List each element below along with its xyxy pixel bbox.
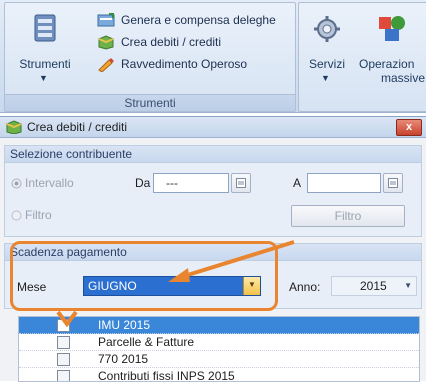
strumenti-icon [33, 13, 57, 43]
da-label: Da [135, 176, 150, 190]
a-lookup-button[interactable] [383, 173, 403, 193]
scadenze-list: IMU 2015 Parcelle & Fatture 770 2015 Con… [18, 316, 420, 382]
genera-compensa-deleghe-label: Genera e compensa deleghe [121, 13, 276, 27]
checkbox[interactable] [57, 336, 70, 349]
gear-icon [313, 15, 341, 43]
ravvedimento-operoso-item[interactable]: Ravvedimento Operoso [97, 53, 293, 75]
checkbox[interactable] [57, 370, 70, 382]
strumenti-group-title: Strumenti [5, 94, 295, 111]
shapes-icon [377, 13, 407, 43]
strumenti-label: Strumenti [9, 57, 81, 71]
operazioni-massive-button[interactable]: Operazion massive [357, 7, 426, 91]
list-item[interactable]: IMU 2015 [19, 317, 419, 334]
radio-filtro-label: Filtro [25, 208, 52, 222]
chevron-down-icon: ▼ [321, 73, 330, 83]
deleghe-icon [97, 12, 115, 28]
list-item[interactable]: 770 2015 [19, 351, 419, 368]
da-value: --- [166, 176, 178, 190]
radio-checked-icon [11, 178, 22, 189]
a-field[interactable] [307, 173, 381, 193]
servizi-group: Servizi ▼ Operazion massive [298, 2, 426, 112]
list-item-label: Parcelle & Fatture [98, 335, 194, 349]
genera-compensa-deleghe-item[interactable]: Genera e compensa deleghe [97, 9, 293, 31]
radio-filtro[interactable]: Filtro [11, 208, 52, 222]
strumenti-group: Strumenti ▼ Genera e compensa deleghe Cr… [4, 2, 296, 112]
check-mark-icon [56, 310, 78, 328]
radio-unchecked-icon [11, 210, 22, 221]
annotation-arrow-icon [160, 236, 300, 286]
servizi-button[interactable]: Servizi ▼ [303, 7, 351, 91]
list-item-label: 770 2015 [98, 352, 148, 366]
strumenti-button[interactable]: Strumenti ▼ [9, 7, 81, 91]
lookup-icon [236, 178, 246, 188]
chevron-down-icon: ▼ [39, 73, 48, 83]
box-icon [97, 34, 115, 50]
pen-icon [97, 56, 115, 72]
box-icon [6, 120, 22, 134]
radio-intervallo[interactable]: Intervallo [11, 176, 74, 190]
ravvedimento-operoso-label: Ravvedimento Operoso [121, 57, 247, 71]
selezione-contribuente-section: Selezione contribuente Intervallo Da ---… [4, 145, 422, 237]
anno-value: 2015 [360, 279, 387, 293]
da-field[interactable]: --- [153, 173, 229, 193]
massive-label: massive [381, 71, 425, 85]
da-lookup-button[interactable] [231, 173, 251, 193]
crea-debiti-crediti-label: Crea debiti / crediti [121, 35, 221, 49]
anno-select[interactable]: 2015 ▼ [331, 276, 417, 296]
servizi-label: Servizi [303, 57, 351, 71]
close-button[interactable]: x [396, 119, 422, 136]
crea-debiti-crediti-item[interactable]: Crea debiti / crediti [97, 31, 293, 53]
ribbon: Strumenti ▼ Genera e compensa deleghe Cr… [0, 0, 426, 113]
list-item-label: IMU 2015 [98, 318, 150, 332]
checkbox[interactable] [57, 353, 70, 366]
dialog-title: Crea debiti / crediti [27, 120, 127, 134]
selezione-header: Selezione contribuente [5, 146, 421, 163]
filtro-button[interactable]: Filtro [291, 205, 405, 227]
radio-intervallo-label: Intervallo [25, 176, 74, 190]
lookup-icon [388, 178, 398, 188]
operazioni-label: Operazion [359, 57, 414, 71]
list-item-label: Contributi fissi INPS 2015 [98, 369, 235, 382]
chevron-down-icon: ▼ [404, 281, 412, 290]
dialog-titlebar: Crea debiti / crediti x [0, 117, 426, 138]
a-label: A [293, 176, 301, 190]
list-item[interactable]: Parcelle & Fatture [19, 334, 419, 351]
